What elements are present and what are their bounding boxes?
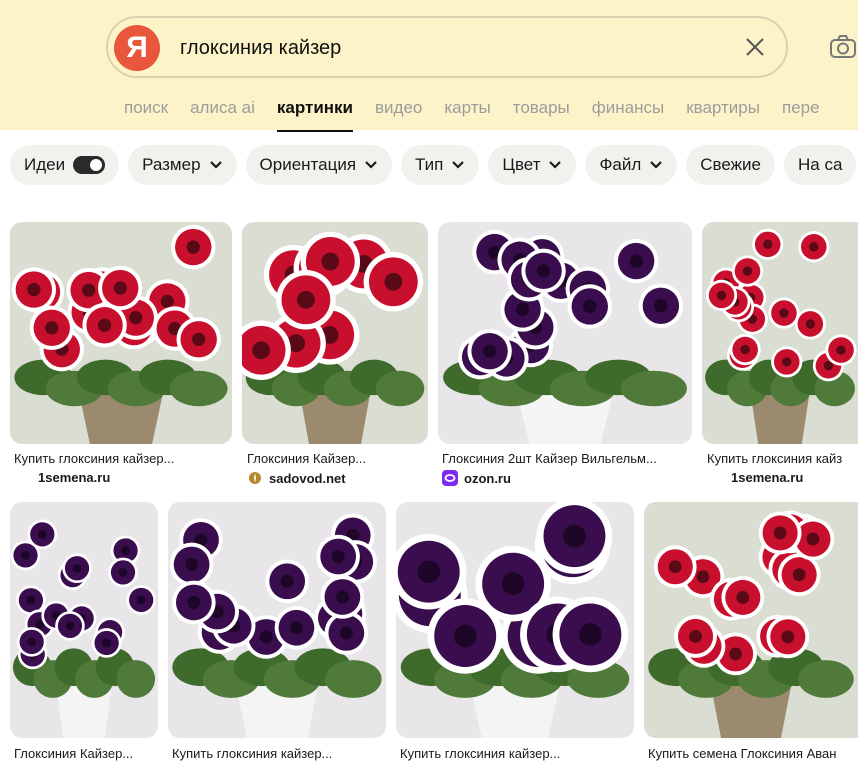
filter-fresh[interactable]: Свежие: [686, 145, 775, 185]
result-image[interactable]: [396, 502, 634, 738]
ideas-toggle[interactable]: [73, 156, 106, 174]
close-icon: [746, 38, 764, 56]
result-image[interactable]: [438, 222, 692, 444]
result-image[interactable]: [168, 502, 386, 738]
chevron-down-icon: [549, 161, 562, 169]
filter-type[interactable]: Тип: [401, 145, 480, 185]
result-caption[interactable]: Глоксиния Кайзер...: [247, 451, 428, 466]
yandex-logo[interactable]: Я: [114, 25, 160, 71]
filter-color[interactable]: Цвет: [488, 145, 577, 185]
result-source-label: 1semena.ru: [38, 470, 111, 485]
tab-apartments[interactable]: квартиры: [686, 98, 760, 134]
sadovod-favicon-icon: [249, 472, 261, 484]
chevron-down-icon: [209, 161, 222, 169]
result-caption[interactable]: Глоксиния 2шт Кайзер Вильгельм...: [442, 451, 692, 466]
filter-file[interactable]: Файл: [585, 145, 678, 185]
filter-label: Цвет: [502, 155, 541, 174]
result-caption[interactable]: Купить семена Глоксиния Аван: [648, 746, 858, 761]
result-caption[interactable]: Глоксиния Кайзер...: [14, 746, 158, 761]
result-image[interactable]: [10, 222, 232, 444]
filter-bar: Идеи Размер Ориентация Тип Цвет Файл Све…: [10, 145, 857, 185]
search-box[interactable]: Я: [106, 16, 788, 78]
camera-icon: [830, 35, 856, 58]
result-source[interactable]: ozon.ru: [442, 470, 511, 486]
flower-photo: [438, 222, 692, 444]
flower-photo: [10, 222, 232, 444]
tab-products[interactable]: товары: [513, 98, 570, 134]
chevron-down-icon: [365, 161, 377, 169]
flower-photo: [396, 502, 634, 738]
tab-alisa[interactable]: алиса ai: [190, 98, 255, 134]
search-input[interactable]: [178, 32, 722, 64]
result-image[interactable]: [10, 502, 158, 738]
result-source[interactable]: 1semena.ru: [731, 470, 803, 485]
result-source[interactable]: 1semena.ru: [38, 470, 110, 485]
filter-label: Ориентация: [259, 155, 357, 174]
tab-translate[interactable]: пере: [782, 98, 820, 134]
flower-photo: [168, 502, 386, 738]
result-source-label: sadovod.net: [269, 470, 346, 486]
ozon-favicon-icon: [442, 470, 458, 486]
result-caption[interactable]: Купить глоксиния кайзер...: [172, 746, 386, 761]
clear-search-button[interactable]: [740, 32, 770, 62]
filter-label: Идеи: [24, 155, 66, 174]
image-search-button[interactable]: [828, 32, 858, 62]
result-source-label: ozon.ru: [464, 470, 511, 486]
chevron-down-icon: [452, 161, 465, 169]
result-source-label: 1semena.ru: [731, 470, 804, 485]
flower-photo: [10, 502, 158, 738]
flower-photo: [644, 502, 858, 738]
tab-finance[interactable]: финансы: [592, 98, 664, 134]
filter-ideas[interactable]: Идеи: [10, 145, 120, 185]
filter-label: На са: [798, 155, 843, 174]
tab-search[interactable]: поиск: [124, 98, 168, 134]
filter-label: Свежие: [700, 155, 761, 174]
tab-maps[interactable]: карты: [444, 98, 490, 134]
result-caption[interactable]: Купить глоксиния кайзер...: [14, 451, 232, 466]
result-caption[interactable]: Купить глоксиния кайзер...: [400, 746, 634, 761]
filter-on-site[interactable]: На са: [784, 145, 857, 185]
chevron-down-icon: [650, 161, 663, 169]
result-caption[interactable]: Купить глоксиния кайз: [707, 451, 858, 466]
flower-photo: [702, 222, 858, 444]
filter-label: Тип: [415, 155, 444, 174]
result-image[interactable]: [242, 222, 428, 444]
result-image[interactable]: [644, 502, 858, 738]
header: Я поиск алиса ai картинки видео карты то…: [0, 0, 858, 132]
filter-size[interactable]: Размер: [128, 145, 237, 185]
service-tabs: поиск алиса ai картинки видео карты това…: [124, 98, 820, 134]
tab-video[interactable]: видео: [375, 98, 422, 134]
filter-orientation[interactable]: Ориентация: [245, 145, 393, 185]
result-source[interactable]: sadovod.net: [247, 470, 346, 486]
filter-label: Файл: [599, 155, 642, 174]
result-image[interactable]: [702, 222, 858, 444]
tab-images[interactable]: картинки: [276, 98, 354, 134]
flower-photo: [242, 222, 428, 444]
filter-label: Размер: [142, 155, 201, 174]
